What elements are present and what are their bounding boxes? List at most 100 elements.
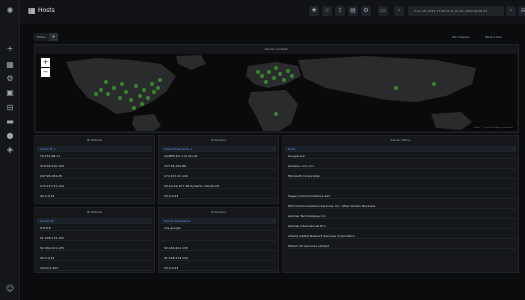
panel-title: Hostname: [210, 138, 227, 142]
server-point: [394, 86, 398, 90]
dashboard-title[interactable]: Hosts: [38, 7, 55, 14]
filters-add-button[interactable]: +: [49, 33, 58, 41]
table-cell: Microsoft Corporation: [285, 173, 516, 179]
alerting-icon[interactable]: ▣: [5, 88, 15, 98]
server-point: [138, 94, 142, 98]
table-cell: 204.0.0.202: [37, 265, 152, 271]
table-cell: Telkom SA Services Limited: [285, 243, 516, 249]
column-header[interactable]: Server Hostname: [161, 218, 276, 224]
column-header[interactable]: Client Hostname ↓: [161, 146, 276, 152]
user-avatar-icon[interactable]: ☺: [5, 284, 15, 294]
table-cell: Akamai International B.V.: [285, 223, 516, 229]
server-point: [278, 72, 282, 76]
table-cell: 91.198.174.192: [37, 235, 152, 241]
server-admin-icon[interactable]: ▬: [5, 117, 15, 127]
table-cell: MCI Communications Services, Inc. d/b/a …: [285, 203, 516, 209]
pan-display-link[interactable]: Pan Display: [452, 35, 469, 39]
table-cell: 207.96.184.25: [37, 173, 152, 179]
server-point: [120, 82, 124, 86]
south-america-shape: [132, 114, 161, 131]
explore-icon[interactable]: ⚙: [5, 74, 15, 84]
server-name-panel: Server Name Host Google LLC Amazon.com, …: [282, 135, 519, 273]
server-point: [256, 70, 260, 74]
server-point: [112, 86, 116, 90]
shield-icon[interactable]: ◈: [5, 145, 15, 155]
time-range-picker[interactable]: ⊙ Jul 25, 2019 17:00:13 to Jul 26, 2019 …: [408, 6, 504, 16]
create-plus-icon[interactable]: +: [5, 44, 15, 54]
dashboard-grid-icon: ▦: [28, 6, 36, 15]
table-cell: mailfiltr4irr-c13.ist.net: [161, 153, 276, 159]
side-menu: ✺ + ▦ ⚙ ▣ ⊟ ▬ ● ◈ ☺: [0, 0, 20, 300]
world-map[interactable]: + − Leaflet | © OpenStreetMap contributo…: [36, 54, 517, 131]
column-header[interactable]: Host: [285, 146, 516, 152]
server-point: [146, 96, 150, 100]
dashboards-icon[interactable]: ▦: [5, 60, 15, 70]
server-point: [150, 82, 154, 86]
table-cell: 93.2.0.43: [161, 193, 276, 199]
panel-links-link[interactable]: Panel Links: [485, 35, 502, 39]
table-cell: Liberty Global Network Services Corporat…: [285, 233, 516, 239]
save-button[interactable]: ▤: [348, 6, 358, 16]
panel-title: Server Name: [390, 138, 411, 142]
table-cell: 216.58.210.129: [37, 163, 152, 169]
top-navbar: ▦ Hosts ✚ ☆ ⇪ ▤ ⚙ ▭ ‹ ⊙ Jul 25, 2019 17:…: [20, 0, 525, 24]
table-cell: 172.217.21.144: [161, 173, 276, 179]
column-header[interactable]: Server IP: [37, 218, 152, 224]
server-point: [290, 74, 294, 78]
africa-shape: [248, 90, 298, 131]
server-point: [156, 86, 160, 90]
greenland-shape: [176, 55, 206, 70]
filters-label: Filters: [34, 33, 49, 41]
tv-mode-button[interactable]: ▭: [378, 6, 388, 16]
zoom-out-button[interactable]: ⊖: [518, 6, 525, 16]
table-cell: 8.8.8.8: [37, 225, 152, 231]
server-point: [124, 90, 128, 94]
server-ip-panel: IP Address Server IP 8.8.8.8 91.198.174.…: [34, 207, 155, 273]
server-point: [132, 106, 136, 110]
server-point: [152, 90, 156, 94]
table-cell: 52.169.221.135: [37, 245, 152, 251]
star-button[interactable]: ☆: [322, 6, 332, 16]
time-shift-forward-button[interactable]: ›: [506, 6, 516, 16]
server-point: [99, 88, 103, 92]
server-point: [282, 78, 286, 82]
zoom-out-map-button[interactable]: −: [41, 68, 50, 77]
client-hostname-panel: Hostname Client Hostname ↓ mailfiltr4irr…: [158, 135, 279, 204]
client-ip-panel: IP Address Client IP ↓ 76.151.88.11 216.…: [34, 135, 155, 204]
server-point: [106, 92, 110, 96]
server-point: [94, 92, 98, 96]
zoom-in-button[interactable]: +: [41, 58, 50, 67]
time-shift-back-button[interactable]: ‹: [394, 6, 404, 16]
server-point: [104, 80, 108, 84]
grafana-logo-icon[interactable]: ✺: [5, 6, 15, 16]
table-cell: Sagen Communications Sarl: [285, 193, 516, 199]
australia-shape: [431, 112, 472, 130]
settings-button[interactable]: ⚙: [361, 6, 371, 16]
share-button[interactable]: ⇪: [335, 6, 345, 16]
plugins-icon[interactable]: ●: [5, 131, 15, 141]
table-cell: 76.151.88.11: [37, 153, 152, 159]
table-cell: 157.56.155.88: [161, 163, 276, 169]
server-point: [286, 69, 290, 73]
server-point: [118, 96, 122, 100]
server-point: [274, 66, 278, 70]
server-point: [267, 70, 271, 74]
table-cell: 93.2.0.43: [37, 255, 152, 261]
server-hostname-panel: Hostname Server Hostname dns.google 52.1…: [158, 207, 279, 273]
server-location-panel: Server Location + − Leaflet | © OpenStre…: [34, 44, 519, 133]
table-cell: 172.217.21.144: [37, 183, 152, 189]
table-cell: Amazon.com, Inc.: [285, 163, 516, 169]
table-cell: 93.ad-19-157-38.dynamic.mtnetr.cdt: [161, 183, 276, 189]
server-point: [142, 88, 146, 92]
asia-shape: [298, 56, 476, 102]
column-header[interactable]: Client IP ↓: [37, 146, 152, 152]
table-cell: 91.198.174.144: [161, 255, 276, 261]
map-attribution[interactable]: Leaflet | © OpenStreetMap contributors: [472, 127, 514, 129]
server-point: [158, 78, 162, 82]
server-point: [140, 102, 144, 106]
panel-title: Server Location: [264, 47, 289, 51]
server-point: [272, 76, 276, 80]
server-point: [260, 74, 264, 78]
configuration-icon[interactable]: ⊟: [5, 103, 15, 113]
add-panel-button[interactable]: ✚: [309, 6, 319, 16]
